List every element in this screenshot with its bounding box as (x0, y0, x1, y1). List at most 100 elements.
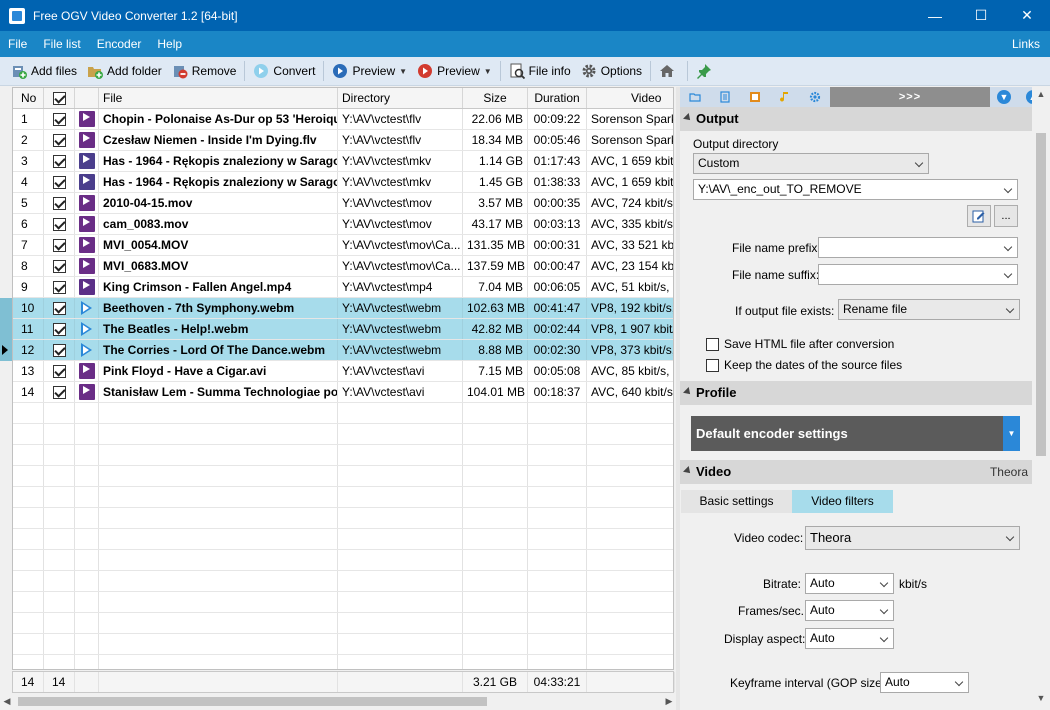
profile-select[interactable]: Default encoder settings ▼ (691, 416, 1020, 451)
table-row[interactable]: 7 MVI_0054.MOV Y:\AV\vctest\mov\Ca... 131.3… (13, 235, 673, 256)
tab-settings[interactable] (800, 87, 830, 107)
row-check[interactable] (44, 340, 75, 360)
browse-directory-button[interactable]: ... (994, 205, 1018, 227)
frames-per-sec-select[interactable]: Auto (805, 600, 894, 621)
column-header-file[interactable]: File (99, 88, 338, 108)
tab-video[interactable] (740, 87, 770, 107)
row-checkbox[interactable] (52, 259, 66, 273)
row-checkbox[interactable] (52, 343, 66, 357)
keyframe-interval-select[interactable]: Auto (880, 672, 969, 693)
row-check[interactable] (44, 277, 75, 297)
row-checkbox[interactable] (52, 217, 66, 231)
table-row[interactable]: 9 King Crimson - Fallen Angel.mp4 Y:\AV\vc… (13, 277, 673, 298)
more-tabs-button[interactable]: >>> (830, 87, 990, 107)
add-files-button[interactable]: Add files (6, 59, 82, 83)
row-checkbox[interactable] (52, 364, 66, 378)
tab-basic-settings[interactable]: Basic settings (681, 490, 792, 513)
add-folder-button[interactable]: Add folder (82, 59, 167, 83)
tab-audio[interactable] (770, 87, 800, 107)
column-header-video[interactable]: Video (587, 88, 673, 108)
edit-directory-button[interactable] (967, 205, 991, 227)
if-output-exists-select[interactable]: Rename file (838, 299, 1020, 320)
row-check[interactable] (44, 361, 75, 381)
row-check[interactable] (44, 235, 75, 255)
keep-dates-option[interactable]: Keep the dates of the source files (706, 358, 902, 372)
row-checkbox[interactable] (52, 154, 66, 168)
minimize-button[interactable]: — (912, 0, 958, 31)
save-html-option[interactable]: Save HTML file after conversion (706, 337, 894, 351)
row-checkbox[interactable] (52, 301, 66, 315)
column-header-icon[interactable] (75, 88, 99, 108)
menu-encoder[interactable]: Encoder (89, 31, 150, 57)
table-row[interactable]: 14 Stanisław Lem - Summa Technologiae po … (13, 382, 673, 403)
row-checkbox[interactable] (52, 280, 66, 294)
column-header-size[interactable]: Size (463, 88, 528, 108)
table-row[interactable]: 13 Pink Floyd - Have a Cigar.avi Y:\AV\vct… (13, 361, 673, 382)
convert-button[interactable]: Convert (248, 59, 320, 83)
file-name-prefix-input[interactable] (818, 237, 1018, 258)
table-row[interactable]: 3 Has - 1964 - Rękopis znaleziony w Sarag… (13, 151, 673, 172)
column-header-no[interactable]: No (13, 88, 44, 108)
menu-file-list[interactable]: File list (35, 31, 88, 57)
row-check[interactable] (44, 109, 75, 129)
preview-button[interactable]: Preview ▼ (327, 59, 412, 83)
table-row[interactable]: 4 Has - 1964 - Rękopis znaleziony w Sarag… (13, 172, 673, 193)
table-row[interactable]: 10 Beethoven - 7th Symphony.webm Y:\AV\vct… (13, 298, 673, 319)
scrollbar-thumb[interactable] (18, 697, 487, 706)
table-row[interactable]: 11 The Beatles - Help!.webm Y:\AV\vctest\w… (13, 319, 673, 340)
scroll-left-icon[interactable]: ◀ (0, 696, 14, 707)
table-row[interactable]: 1 Chopin - Polonaise As-Dur op 53 'Heroiq… (13, 109, 673, 130)
row-checkbox[interactable] (52, 196, 66, 210)
chevron-down-icon[interactable]: ▼ (484, 67, 492, 76)
table-row[interactable]: 5 2010-04-15.mov Y:\AV\vctest\mov 3.57 MB 00… (13, 193, 673, 214)
row-check[interactable] (44, 214, 75, 234)
tab-output[interactable] (680, 87, 710, 107)
row-checkbox[interactable] (52, 133, 66, 147)
check-all-checkbox[interactable] (52, 91, 66, 105)
row-check[interactable] (44, 193, 75, 213)
pin-button[interactable] (691, 59, 721, 83)
scrollbar-thumb[interactable] (1036, 133, 1046, 456)
menu-links[interactable]: Links (1004, 31, 1050, 57)
file-name-suffix-input[interactable] (818, 264, 1018, 285)
horizontal-scrollbar[interactable]: ◀ ▶ (0, 693, 676, 710)
file-info-button[interactable]: File info (504, 59, 576, 83)
vertical-scrollbar[interactable]: ▲ ▼ (1032, 87, 1050, 710)
table-row[interactable]: 12 The Corries - Lord Of The Dance.webm Y:… (13, 340, 673, 361)
row-checkbox[interactable] (52, 112, 66, 126)
keep-dates-checkbox[interactable] (706, 358, 719, 372)
table-row[interactable]: 2 Czesław Niemen - Inside I'm Dying.flv Y:… (13, 130, 673, 151)
scroll-right-icon[interactable]: ▶ (662, 696, 676, 707)
table-row[interactable]: 6 cam_0083.mov Y:\AV\vctest\mov 43.17 MB 00:… (13, 214, 673, 235)
row-check[interactable] (44, 130, 75, 150)
video-codec-select[interactable]: Theora (805, 526, 1020, 550)
column-header-check[interactable] (44, 88, 75, 108)
remove-button[interactable]: Remove (167, 59, 242, 83)
menu-file[interactable]: File (0, 31, 35, 57)
output-directory-path[interactable]: Y:\AV\_enc_out_TO_REMOVE (693, 179, 1018, 200)
menu-help[interactable]: Help (149, 31, 190, 57)
file-list-grid[interactable]: No File Directory Size Duration Video 1 C… (12, 87, 674, 670)
profile-section-header[interactable]: Profile (680, 381, 1032, 405)
row-check[interactable] (44, 172, 75, 192)
row-check[interactable] (44, 319, 75, 339)
column-header-directory[interactable]: Directory (338, 88, 463, 108)
chevron-down-icon[interactable]: ▼ (1003, 416, 1020, 451)
home-button[interactable] (654, 59, 684, 83)
tab-profile[interactable] (710, 87, 740, 107)
row-checkbox[interactable] (52, 385, 66, 399)
scroll-up-icon[interactable]: ▲ (1032, 89, 1050, 99)
close-button[interactable]: ✕ (1004, 0, 1050, 31)
video-section-header[interactable]: Video Theora (680, 460, 1032, 484)
row-checkbox[interactable] (52, 175, 66, 189)
expand-all-icon[interactable]: ▼ (997, 90, 1011, 104)
output-directory-mode-select[interactable]: Custom (693, 153, 929, 174)
table-row[interactable]: 8 MVI_0683.MOV Y:\AV\vctest\mov\Ca... 137.5… (13, 256, 673, 277)
bitrate-select[interactable]: Auto (805, 573, 894, 594)
row-check[interactable] (44, 256, 75, 276)
row-checkbox[interactable] (52, 238, 66, 252)
scroll-down-icon[interactable]: ▼ (1032, 693, 1050, 703)
chevron-down-icon[interactable]: ▼ (399, 67, 407, 76)
row-check[interactable] (44, 382, 75, 402)
row-checkbox[interactable] (52, 322, 66, 336)
